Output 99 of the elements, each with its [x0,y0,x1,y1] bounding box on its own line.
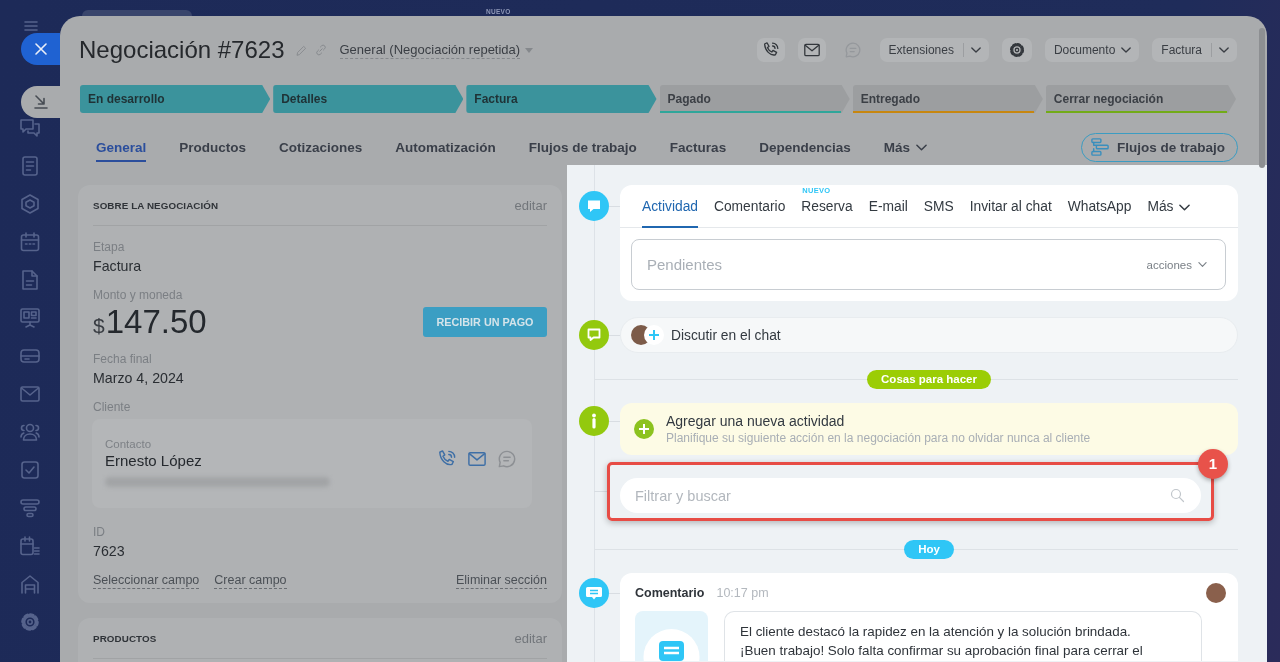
delete-link[interactable]: Eliminar sección [456,573,547,589]
close-button[interactable] [21,33,60,65]
amount-value: 147.50 [105,305,207,339]
field-value: Factura [93,257,142,276]
activity-hint: Planifique su siguiente acción en la negociación para no olvidar nunca al cliente [666,430,1091,446]
group-label: Hoy [904,539,954,559]
tab[interactable]: Comentario [714,195,786,228]
caret-icon [525,47,534,53]
tab[interactable]: E-mail [868,195,908,228]
stage-step[interactable]: Entregado [852,85,1043,113]
store-icon[interactable] [20,574,40,594]
stage-step[interactable]: Detalles [273,85,464,113]
tab[interactable]: Dependencias [759,132,851,162]
collapse-button[interactable] [21,86,60,118]
chevron-down-icon [1198,262,1207,267]
card-icon[interactable] [20,346,40,366]
settings-button[interactable] [1001,38,1032,62]
chevron-down-icon [915,143,927,151]
tab[interactable]: WhatsApp [1067,195,1132,228]
close-icon [34,43,47,55]
phone-button[interactable] [756,38,785,62]
gear-icon[interactable] [20,612,40,632]
calendar-icon[interactable] [20,232,40,252]
document-icon[interactable] [20,156,40,176]
chevron-down-icon [1179,204,1191,211]
chevron-down-icon [1121,47,1132,53]
file-icon[interactable] [20,270,40,290]
add-icon [644,325,664,345]
mail-button[interactable] [797,38,826,62]
presentation-icon[interactable] [20,308,40,328]
tab[interactable]: Flujos de trabajo [528,132,637,162]
search-icon [1170,488,1185,503]
stage-step[interactable]: Pagado [659,85,850,113]
schedule-icon[interactable] [20,536,40,556]
tab[interactable]: Más [883,132,927,162]
page-title: Negociación #7623 [79,35,285,65]
link-icon[interactable] [314,44,327,56]
tab[interactable]: Cotizaciones [279,132,363,162]
pencil-icon[interactable] [295,44,307,56]
discuss-chat-button[interactable]: Discutir en el chat [620,317,1238,353]
stage-step[interactable]: Factura [466,85,657,113]
people-icon[interactable] [20,422,40,442]
search-field[interactable]: Filtrar y buscar [620,478,1201,513]
menu-icon[interactable] [24,21,38,31]
chevron-down-icon [970,47,981,53]
split-button[interactable]: Factura [1152,38,1237,62]
pipeline-dropdown[interactable]: General (Negociación repetida) [339,41,534,59]
tab[interactable]: Productos [179,132,247,162]
dropdown-button[interactable]: Documento [1044,38,1140,62]
chat-icon [579,320,609,350]
tab[interactable]: Reserva [801,195,853,228]
tab[interactable]: Automatización [395,132,496,162]
chevron-down-icon [1219,47,1229,53]
phone-icon [762,42,779,58]
tab[interactable]: General [96,132,147,162]
add-icon [634,419,654,439]
tab[interactable]: Facturas [669,132,727,162]
contact-name[interactable]: Ernesto López [105,451,202,471]
tab[interactable]: Actividad [642,195,698,228]
field-link[interactable]: Crear campo [214,573,287,589]
entry-type: Comentario [635,586,705,600]
section-title: SOBRE LA NEGOCIACIÓN [93,199,219,211]
tab[interactable]: Invitar al chat [969,195,1052,228]
settings-icon [1008,42,1025,58]
checkbox-icon[interactable] [20,460,40,480]
field-value: 7623 [93,542,125,561]
info-icon [579,406,609,436]
avatar [1206,583,1226,603]
search-field[interactable] [82,10,192,16]
chat-icon [579,191,609,221]
mail-icon [803,42,820,58]
comment-text: El cliente destacó la rapidez en la atención y la solución brindada. ¡Buen trabajo! Solo falta confirmar su aprobación final para cerrar el [724,611,1202,661]
split-button[interactable]: Extensiones [879,38,989,62]
scrollbar-thumb[interactable] [1259,28,1265,168]
collapse-icon [33,95,48,109]
chat-icon[interactable] [20,118,40,138]
mail-icon[interactable] [468,450,486,468]
activity-title: Agregar una nueva actividad [666,412,845,430]
currency-symbol: $ [93,314,105,338]
stage-step[interactable]: Cerrar negociación [1045,85,1237,113]
hexagon-icon[interactable] [20,194,40,214]
phone-icon[interactable] [438,450,456,468]
stage-step[interactable]: En desarrollo [80,85,271,113]
workflow-icon [1091,138,1109,156]
funnel-icon[interactable] [20,498,40,518]
add-activity-card[interactable]: Agregar una nueva actividad Planifique su siguiente acción en la negociación para no olvidar nunca al cliente [620,403,1238,455]
entry-time: 10:17 pm [716,586,769,600]
section-title: PRODUCTOS [93,632,157,644]
actions-dropdown[interactable]: acciones [1146,258,1207,271]
mail-icon[interactable] [20,384,40,404]
group-label: Cosas para hacer [867,369,991,389]
field-value: Marzo 4, 2024 [93,369,184,388]
pending-field[interactable]: Pendientes acciones [631,239,1226,290]
field-link[interactable]: Seleccionar campo [93,573,200,589]
payment-button[interactable]: RECIBIR UN PAGO [423,307,547,337]
tab[interactable]: SMS [923,195,954,228]
tab[interactable]: Más [1147,195,1191,228]
step-badge: 1 [1198,449,1228,479]
comment-icon [579,578,609,608]
